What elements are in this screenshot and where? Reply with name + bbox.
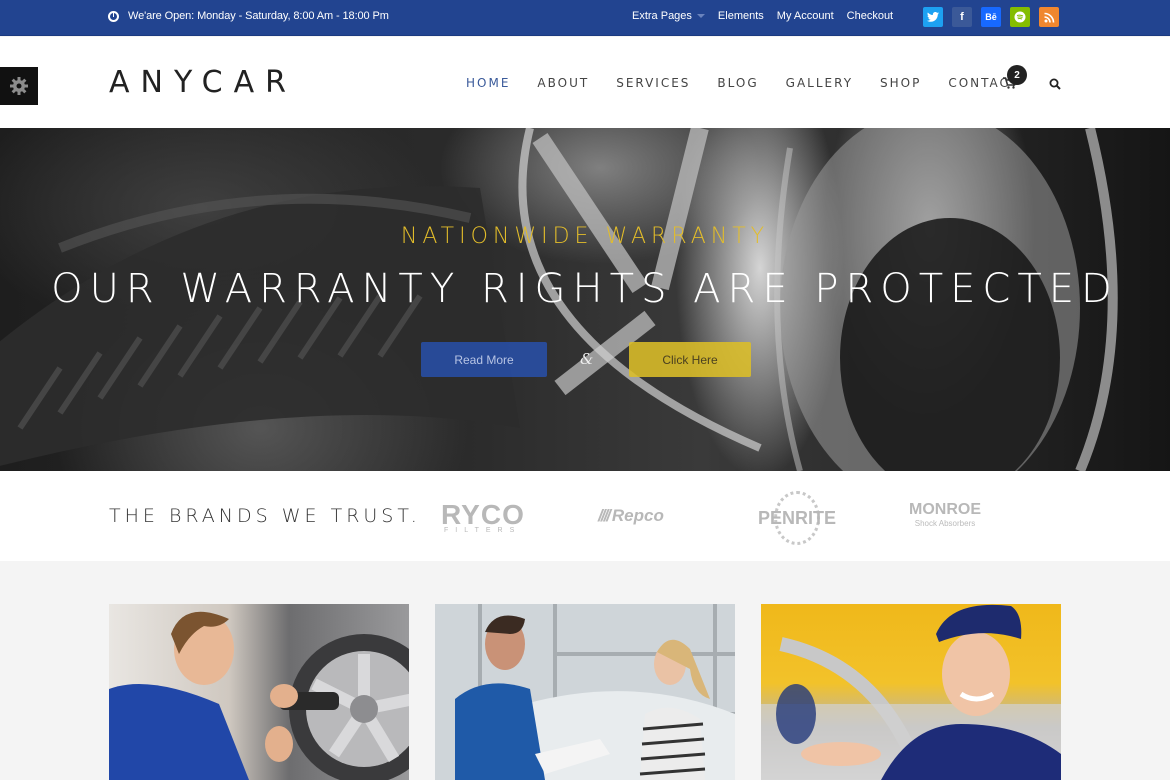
- brands-strip: THE BRANDS WE TRUST. RYCO FILTERS ////Re…: [0, 471, 1170, 561]
- top-link-label: Extra Pages: [632, 10, 692, 22]
- top-links: Extra Pages Elements My Account Checkout: [632, 10, 906, 22]
- opening-hours-text: We'are Open: Monday - Saturday, 8:00 Am …: [128, 10, 389, 22]
- top-link-elements[interactable]: Elements: [718, 10, 764, 22]
- brands-title: THE BRANDS WE TRUST.: [109, 505, 421, 527]
- brand-name: MONROE: [909, 501, 981, 518]
- brand-name: PENRITE: [758, 507, 837, 528]
- button-separator: &: [580, 350, 594, 368]
- nav-about[interactable]: ABOUT: [537, 76, 589, 90]
- main-nav: HOME ABOUT SERVICES BLOG GALLERY SHOP CO…: [466, 76, 1046, 90]
- service-cards: [0, 561, 1170, 780]
- spotify-icon[interactable]: [1010, 7, 1030, 27]
- service-card-image[interactable]: [435, 604, 735, 780]
- brand-name: Repco: [611, 506, 664, 525]
- settings-toggle[interactable]: [0, 67, 38, 105]
- repco-stripes-icon: ////: [598, 506, 611, 525]
- nav-home[interactable]: HOME: [466, 76, 510, 90]
- top-link-checkout[interactable]: Checkout: [847, 10, 893, 22]
- hero-slider: NATIONWIDE WARRANTY OUR WARRANTY RIGHTS …: [0, 128, 1170, 471]
- top-link-extra-pages[interactable]: Extra Pages: [632, 10, 705, 22]
- nav-gallery[interactable]: GALLERY: [786, 76, 853, 90]
- chevron-down-icon: [696, 14, 705, 19]
- top-bar: We'are Open: Monday - Saturday, 8:00 Am …: [0, 0, 1170, 36]
- behance-icon[interactable]: Bē: [981, 7, 1001, 27]
- search-icon[interactable]: [1049, 78, 1061, 90]
- site-logo[interactable]: ANYCAR: [109, 65, 297, 100]
- twitter-icon[interactable]: [923, 7, 943, 27]
- site-header: ANYCAR HOME ABOUT SERVICES BLOG GALLERY …: [0, 37, 1170, 128]
- top-link-my-account[interactable]: My Account: [777, 10, 834, 22]
- service-attendant-photo: [761, 604, 1061, 780]
- opening-hours: We'are Open: Monday - Saturday, 8:00 Am …: [108, 10, 389, 22]
- read-more-button[interactable]: Read More: [421, 342, 547, 377]
- brand-subtitle: FILTERS: [444, 527, 522, 534]
- mechanic-customer-photo: [435, 604, 735, 780]
- gear-icon: [10, 77, 28, 95]
- clock-icon: [108, 10, 119, 22]
- mechanic-wheel-photo: [109, 611, 409, 780]
- brand-logo-monroe[interactable]: MONROE Shock Absorbers: [909, 501, 981, 531]
- facebook-icon[interactable]: f: [952, 7, 972, 27]
- hero-kicker: NATIONWIDE WARRANTY: [400, 224, 770, 249]
- nav-shop[interactable]: SHOP: [880, 76, 921, 90]
- cart-count-badge: 2: [1007, 65, 1027, 85]
- brand-logo-repco[interactable]: ////Repco: [598, 506, 664, 526]
- nav-blog[interactable]: BLOG: [717, 76, 758, 90]
- hero-headline: OUR WARRANTY RIGHTS ARE PROTECTED: [51, 266, 1119, 312]
- rss-icon[interactable]: [1039, 7, 1059, 27]
- brand-name: RYCO: [441, 499, 525, 530]
- brand-logo-penrite[interactable]: PENRITE: [758, 491, 837, 545]
- service-card-image[interactable]: [109, 604, 409, 780]
- social-links: f Bē: [923, 7, 1068, 27]
- service-card-image[interactable]: [761, 604, 1061, 780]
- brand-subtitle: Shock Absorbers: [914, 519, 976, 528]
- click-here-button[interactable]: Click Here: [629, 342, 751, 377]
- brand-logo-ryco[interactable]: RYCO FILTERS: [441, 499, 525, 534]
- nav-services[interactable]: SERVICES: [616, 76, 690, 90]
